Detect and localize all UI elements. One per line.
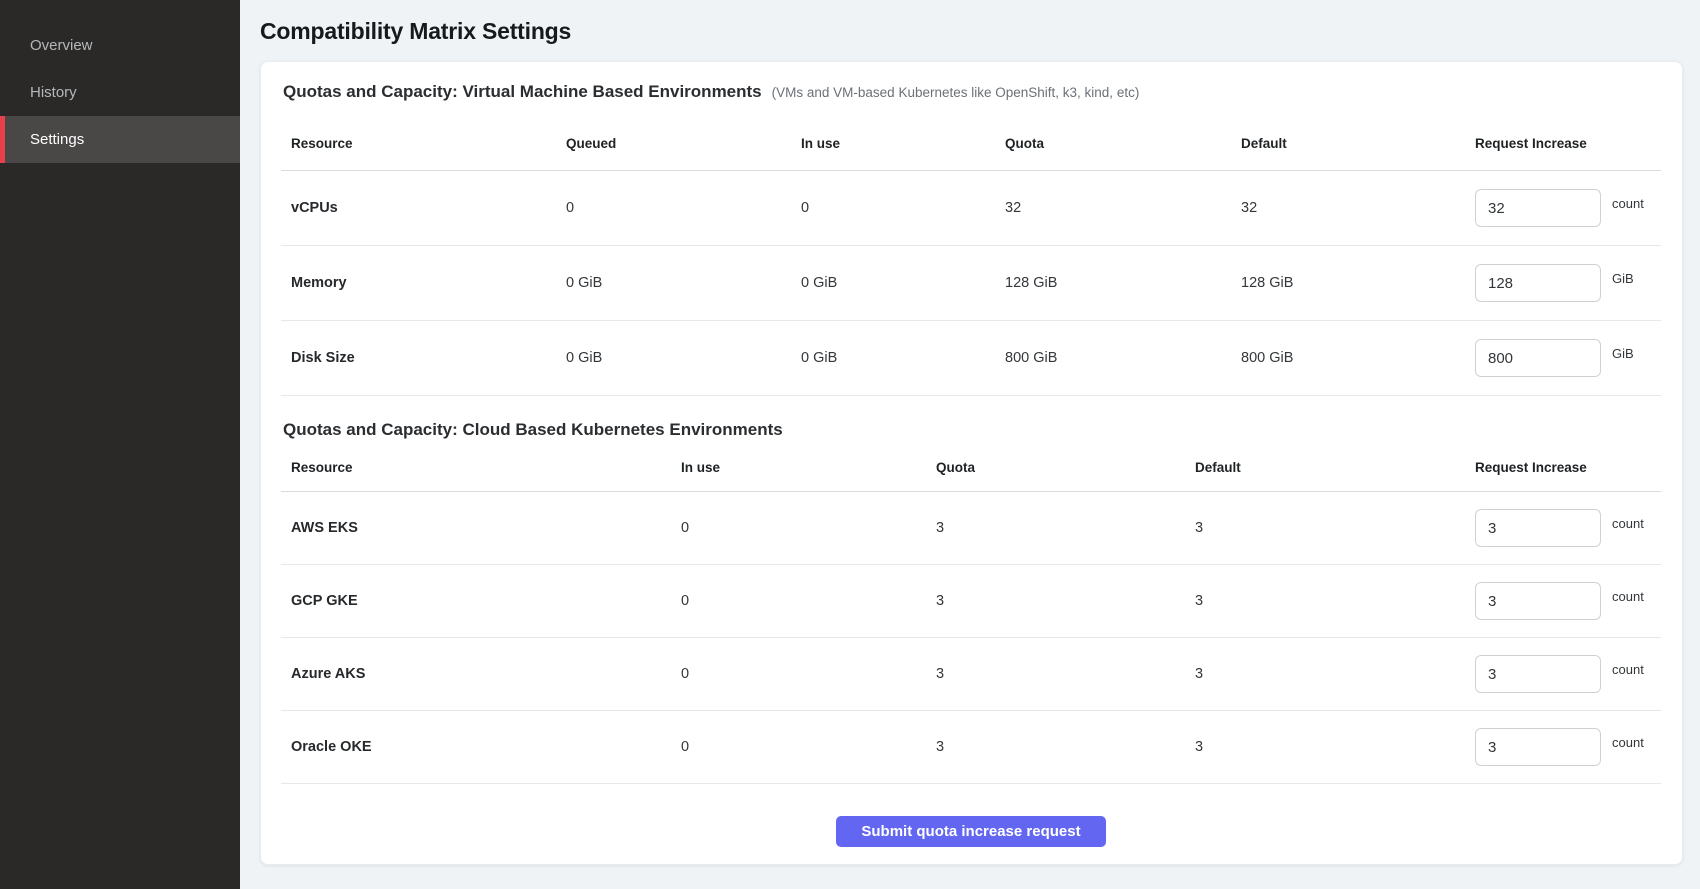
resource-label: AWS EKS (281, 520, 681, 536)
main-content: Compatibility Matrix Settings Quotas and… (240, 0, 1700, 889)
col-header-queued: Queued (566, 136, 801, 151)
table-row-disk-size: Disk Size 0 GiB 0 GiB 800 GiB 800 GiB Gi… (281, 321, 1661, 396)
default-value: 128 GiB (1241, 275, 1475, 291)
sidebar: Overview History Settings (0, 0, 240, 889)
oracle-oke-request-input[interactable] (1475, 728, 1601, 766)
col-header-quota: Quota (936, 460, 1195, 475)
section-title-vm: Quotas and Capacity: Virtual Machine Bas… (283, 82, 762, 102)
unit-label: GiB (1612, 346, 1634, 361)
section-cloud-k8s-environments: Quotas and Capacity: Cloud Based Kuberne… (281, 420, 1661, 784)
sidebar-item-overview[interactable]: Overview (0, 22, 240, 69)
disk-size-request-input[interactable] (1475, 339, 1601, 377)
unit-label: count (1612, 589, 1644, 604)
queued-value: 0 GiB (566, 275, 801, 291)
table-row-aws-eks: AWS EKS 0 3 3 count (281, 492, 1661, 565)
gcp-gke-request-input[interactable] (1475, 582, 1601, 620)
col-header-request-increase: Request Increase (1475, 460, 1661, 475)
resource-label: vCPUs (281, 200, 566, 216)
in-use-value: 0 (681, 520, 936, 536)
unit-label: count (1612, 662, 1644, 677)
unit-label: count (1612, 516, 1644, 531)
settings-card: Quotas and Capacity: Virtual Machine Bas… (260, 61, 1683, 865)
sidebar-item-settings[interactable]: Settings (0, 116, 240, 163)
quota-value: 32 (1005, 200, 1241, 216)
table-row-azure-aks: Azure AKS 0 3 3 count (281, 638, 1661, 711)
cloud-table-header: Resource In use Quota Default Request In… (281, 444, 1661, 492)
resource-label: Disk Size (281, 350, 566, 366)
in-use-value: 0 GiB (801, 350, 1005, 366)
page-title: Compatibility Matrix Settings (260, 18, 1683, 45)
cloud-k8s-quota-table: Resource In use Quota Default Request In… (281, 444, 1661, 784)
submit-quota-increase-button[interactable]: Submit quota increase request (836, 816, 1105, 847)
aws-eks-request-input[interactable] (1475, 509, 1601, 547)
col-header-default: Default (1195, 460, 1475, 475)
col-header-resource: Resource (281, 136, 566, 151)
section-vm-environments: Quotas and Capacity: Virtual Machine Bas… (281, 82, 1661, 396)
col-header-resource: Resource (281, 460, 681, 475)
sidebar-item-history[interactable]: History (0, 69, 240, 116)
col-header-request-increase: Request Increase (1475, 136, 1661, 151)
section-subtitle-vm: (VMs and VM-based Kubernetes like OpenSh… (772, 85, 1140, 100)
unit-label: GiB (1612, 271, 1634, 286)
memory-request-input[interactable] (1475, 264, 1601, 302)
quota-value: 3 (936, 520, 1195, 536)
quota-value: 800 GiB (1005, 350, 1241, 366)
resource-label: GCP GKE (281, 593, 681, 609)
quota-value: 3 (936, 739, 1195, 755)
vm-table-header: Resource Queued In use Quota Default Req… (281, 116, 1661, 171)
in-use-value: 0 GiB (801, 275, 1005, 291)
resource-label: Azure AKS (281, 666, 681, 682)
col-header-in-use: In use (801, 136, 1005, 151)
default-value: 3 (1195, 739, 1475, 755)
col-header-quota: Quota (1005, 136, 1241, 151)
in-use-value: 0 (681, 666, 936, 682)
col-header-in-use: In use (681, 460, 936, 475)
default-value: 3 (1195, 593, 1475, 609)
table-row-memory: Memory 0 GiB 0 GiB 128 GiB 128 GiB GiB (281, 246, 1661, 321)
col-header-default: Default (1241, 136, 1475, 151)
in-use-value: 0 (681, 739, 936, 755)
unit-label: count (1612, 735, 1644, 750)
in-use-value: 0 (801, 200, 1005, 216)
default-value: 3 (1195, 520, 1475, 536)
quota-value: 3 (936, 666, 1195, 682)
vm-quota-table: Resource Queued In use Quota Default Req… (281, 116, 1661, 396)
quota-value: 128 GiB (1005, 275, 1241, 291)
in-use-value: 0 (681, 593, 936, 609)
table-row-gcp-gke: GCP GKE 0 3 3 count (281, 565, 1661, 638)
table-row-vcpus: vCPUs 0 0 32 32 count (281, 171, 1661, 246)
azure-aks-request-input[interactable] (1475, 655, 1601, 693)
default-value: 32 (1241, 200, 1475, 216)
vcpus-request-input[interactable] (1475, 189, 1601, 227)
table-row-oracle-oke: Oracle OKE 0 3 3 count (281, 711, 1661, 784)
section-title-cloud-k8s: Quotas and Capacity: Cloud Based Kuberne… (283, 420, 783, 440)
queued-value: 0 GiB (566, 350, 801, 366)
queued-value: 0 (566, 200, 801, 216)
resource-label: Oracle OKE (281, 739, 681, 755)
card-footer: Submit quota increase request (281, 784, 1661, 847)
quota-value: 3 (936, 593, 1195, 609)
unit-label: count (1612, 196, 1644, 211)
resource-label: Memory (281, 275, 566, 291)
default-value: 800 GiB (1241, 350, 1475, 366)
default-value: 3 (1195, 666, 1475, 682)
